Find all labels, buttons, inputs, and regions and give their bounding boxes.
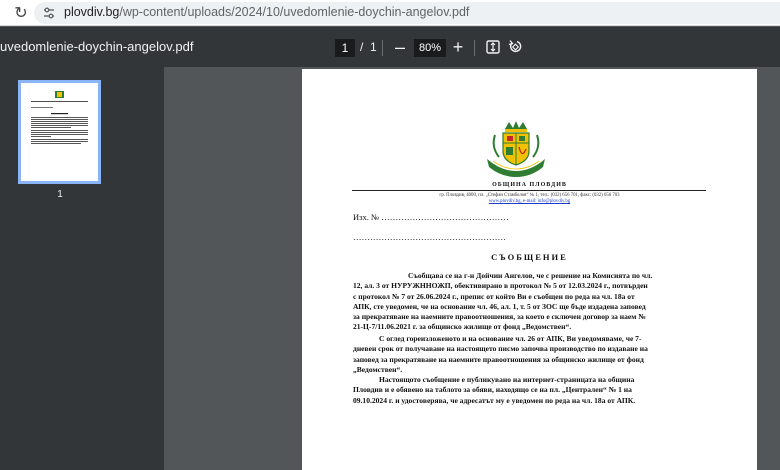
fit-to-page-icon[interactable]: [486, 40, 500, 54]
page-count: / 1: [360, 40, 377, 54]
pdf-viewer[interactable]: ОБЩИНА ПЛОВДИВ гр. Пловдив, 4000, пл. „С…: [164, 67, 780, 470]
thumbnail-sidebar: 1: [0, 67, 164, 470]
paragraph-line: 12, ал. 3 от НУРУЖННОЖП, обективирано в …: [353, 281, 648, 291]
paragraph-line: Настоящото съобщение е публикувано на ин…: [379, 375, 635, 384]
pdf-file-title: uvedomlenie-doychin-angelov.pdf: [0, 39, 194, 54]
zoom-level-input[interactable]: 80%: [414, 39, 446, 57]
rotate-icon[interactable]: [508, 39, 523, 54]
header-rule: [352, 190, 706, 191]
pdf-toolbar: uvedomlenie-doychin-angelov.pdf 1 / 1 – …: [0, 27, 780, 67]
municipality-address: гр. Пловдив, 4000, пл. „Стефан Стамболов…: [439, 193, 620, 198]
address-bar: ↻ plovdiv.bg/wp-content/uploads/2024/10/…: [0, 0, 780, 26]
paragraph-line: с протокол № 7 от 26.06.2024 г., препис …: [353, 291, 635, 301]
paragraph-line: 09.10.2024 г. и удостоверява, че адресат…: [353, 395, 636, 405]
thumbnail-page-number: 1: [57, 189, 63, 200]
municipality-web-link[interactable]: www.plovdiv.bg, e-mail: info@plovdiv.bg: [302, 199, 757, 204]
paragraph-line: заповед за прекратяване на наемните прав…: [353, 354, 644, 364]
url-path: /wp-content/uploads/2024/10/uvedomlenie-…: [119, 5, 470, 19]
municipal-crest-icon: [487, 121, 545, 177]
paragraph-line: дневен срок от получаване на настоящето …: [353, 344, 648, 354]
document-heading: СЪОБЩЕНИЕ: [491, 252, 568, 262]
municipality-name: ОБЩИНА ПЛОВДИВ: [492, 182, 567, 188]
url-host: plovdiv.bg: [64, 5, 120, 19]
outgoing-number: Изх. № ………………………………………: [353, 212, 509, 222]
site-info-icon[interactable]: [42, 6, 56, 20]
page-separator: /: [360, 40, 364, 54]
zoom-in-button[interactable]: +: [450, 36, 466, 58]
paragraph-line: „Ведомствен“.: [353, 364, 403, 374]
paragraph-line: АПК, сте уведомен, че на основание чл. 4…: [353, 301, 646, 311]
toolbar-divider: [474, 40, 475, 56]
paragraph-line: 21-Ц-7/11.06.2021 г. за общинско жилище …: [353, 322, 572, 332]
reload-icon[interactable]: ↻: [12, 4, 30, 22]
total-pages: 1: [370, 40, 377, 54]
thumbnail-preview: [31, 91, 88, 144]
paragraph-1: Съобщава се на г-н Дойчин Ангелов, че с …: [353, 271, 705, 333]
toolbar-divider: [382, 40, 383, 56]
url-text[interactable]: plovdiv.bg/wp-content/uploads/2024/10/uv…: [64, 5, 469, 19]
pdf-page: ОБЩИНА ПЛОВДИВ гр. Пловдив, 4000, пл. „С…: [302, 69, 757, 470]
current-page-input[interactable]: 1: [335, 39, 355, 57]
paragraph-2: С оглед гореизложеното и на основание чл…: [353, 334, 705, 375]
paragraph-line: Съобщава се на г-н Дойчин Ангелов, че с …: [408, 271, 653, 280]
paragraph-3: Настоящото съобщение е публикувано на ин…: [353, 375, 705, 406]
page-thumbnail[interactable]: [18, 80, 101, 184]
paragraph-line: С оглед гореизложеното и на основание чл…: [379, 334, 642, 343]
omnibox[interactable]: plovdiv.bg/wp-content/uploads/2024/10/uv…: [34, 2, 780, 24]
paragraph-line: за прекратяване на наемните правоотношен…: [353, 312, 646, 322]
zoom-out-button[interactable]: –: [392, 36, 408, 58]
paragraph-line: Пловдив и е обявено на таблото за обяви,…: [353, 385, 632, 395]
outgoing-date: ………………………………………………: [353, 232, 506, 242]
